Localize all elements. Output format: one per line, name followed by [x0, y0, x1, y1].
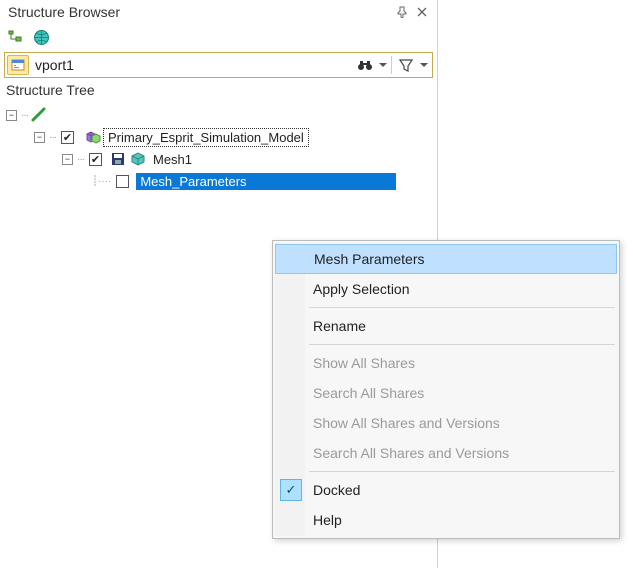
- filter-dropdown-icon[interactable]: [418, 55, 430, 75]
- expander-icon[interactable]: −: [62, 154, 73, 165]
- section-label: Structure Tree: [0, 80, 437, 100]
- panel-header: Structure Browser: [0, 0, 437, 24]
- menu-item-label: Mesh Parameters: [314, 251, 424, 267]
- tree-presets-button[interactable]: [4, 26, 26, 48]
- structure-tree: − ··· − ··· ✔ Primary_Esprit_Simulation_…: [0, 100, 437, 196]
- tree-root-row[interactable]: − ···: [4, 104, 433, 126]
- menu-item-label: Search All Shares: [313, 385, 424, 401]
- menu-item-show-all-shares-versions: Show All Shares and Versions: [275, 408, 617, 438]
- menu-separator: [309, 471, 615, 472]
- menu-item-search-all-shares: Search All Shares: [275, 378, 617, 408]
- tree-node-label[interactable]: Mesh_Parameters: [136, 173, 396, 190]
- menu-separator: [309, 307, 615, 308]
- menu-separator: [309, 344, 615, 345]
- menu-item-show-all-shares: Show All Shares: [275, 348, 617, 378]
- save-icon: [109, 151, 127, 167]
- tree-row-mesh-parameters[interactable]: ┊···· Mesh_Parameters: [4, 170, 433, 192]
- checkbox[interactable]: ✔: [89, 153, 102, 166]
- menu-item-help[interactable]: Help: [275, 505, 617, 535]
- tree-row-model[interactable]: − ··· ✔ Primary_Esprit_Simulation_Model: [4, 126, 433, 148]
- menu-item-label: Rename: [313, 318, 366, 334]
- menu-item-search-all-shares-versions: Search All Shares and Versions: [275, 438, 617, 468]
- close-icon[interactable]: [413, 3, 431, 21]
- check-icon: ✓: [280, 479, 302, 501]
- viewport-icon[interactable]: [7, 55, 29, 75]
- panel-title: Structure Browser: [8, 4, 391, 20]
- separator: [391, 56, 392, 74]
- expander-icon[interactable]: −: [34, 132, 45, 143]
- globe-button[interactable]: [30, 26, 52, 48]
- menu-item-label: Show All Shares: [313, 355, 415, 371]
- tree-node-label[interactable]: Mesh1: [149, 151, 196, 168]
- model-icon: [83, 129, 101, 145]
- binoculars-icon[interactable]: [353, 55, 377, 75]
- tree-connector: ···: [19, 110, 30, 121]
- menu-item-docked[interactable]: ✓ Docked: [275, 475, 617, 505]
- pin-icon[interactable]: [393, 3, 411, 21]
- menu-item-label: Help: [313, 512, 342, 528]
- menu-item-rename[interactable]: Rename: [275, 311, 617, 341]
- filter-icon[interactable]: [394, 55, 418, 75]
- viewport-name[interactable]: vport1: [33, 57, 353, 73]
- checkbox[interactable]: [116, 175, 129, 188]
- tree-connector: ···: [47, 132, 58, 143]
- menu-item-apply-selection[interactable]: Apply Selection: [275, 274, 617, 304]
- viewport-bar: vport1: [4, 52, 433, 78]
- root-icon: [30, 107, 48, 123]
- menu-item-label: Apply Selection: [313, 281, 410, 297]
- expander-icon[interactable]: −: [6, 110, 17, 121]
- tree-node-label[interactable]: Primary_Esprit_Simulation_Model: [103, 128, 309, 147]
- binoculars-dropdown-icon[interactable]: [377, 55, 389, 75]
- context-menu: Mesh Parameters Apply Selection Rename S…: [272, 240, 620, 539]
- tree-row-mesh[interactable]: − ··· ✔ Mesh1: [4, 148, 433, 170]
- tree-connector: ···: [75, 154, 86, 165]
- toolbar: [0, 24, 437, 52]
- menu-item-label: Show All Shares and Versions: [313, 415, 500, 431]
- menu-item-label: Docked: [313, 482, 360, 498]
- checkbox[interactable]: ✔: [61, 131, 74, 144]
- tree-connector: ┊····: [90, 176, 113, 187]
- menu-item-label: Search All Shares and Versions: [313, 445, 509, 461]
- menu-item-mesh-parameters[interactable]: Mesh Parameters: [275, 244, 617, 274]
- mesh-icon: [129, 151, 147, 167]
